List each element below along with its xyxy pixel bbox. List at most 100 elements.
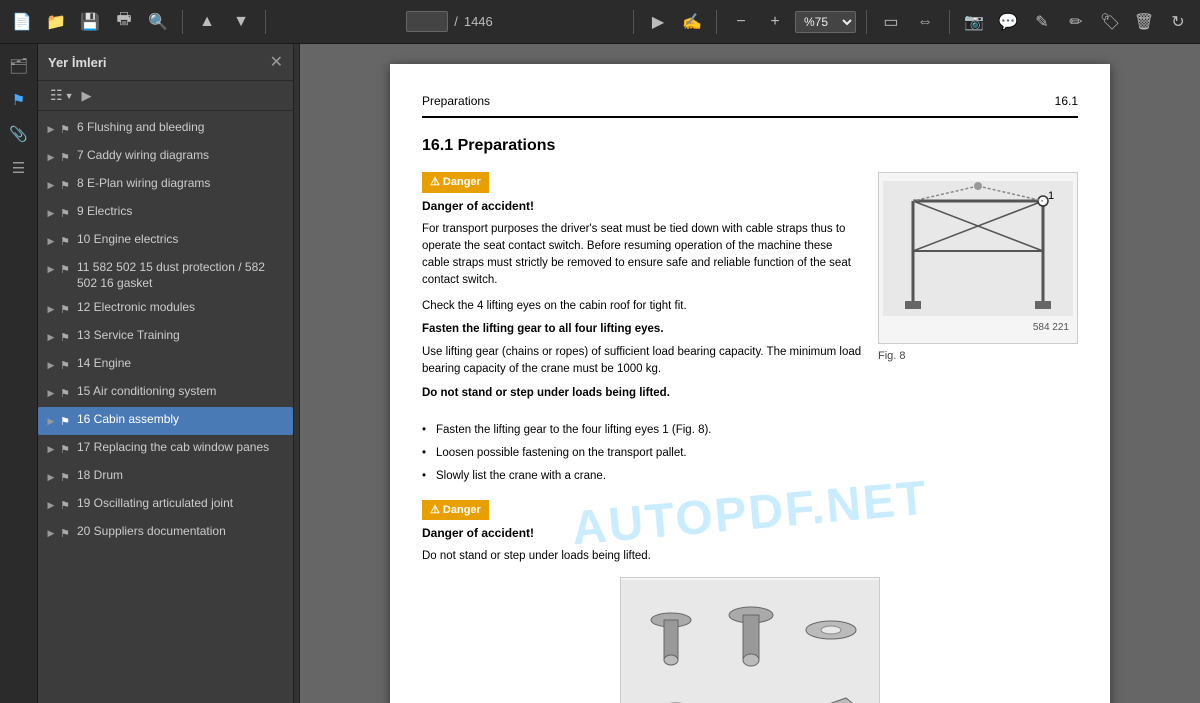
stamp-button[interactable]: 🏷: [1096, 8, 1124, 36]
page-input[interactable]: 707: [406, 11, 448, 32]
bookmark-item-item-14[interactable]: ▶ ⚑ 14 Engine: [38, 351, 293, 379]
page-total: 1446: [464, 14, 493, 29]
bullet-2: Loosen possible fastening on the transpo…: [422, 445, 1078, 462]
danger-box-2: Danger Danger of accident! Do not stand …: [422, 500, 1078, 566]
zoom-select[interactable]: %75 %50 %100 %125 %150: [795, 11, 856, 33]
danger-text-1: For transport purposes the driver's seat…: [422, 221, 862, 290]
bookmark-icon-item-11: ⚑: [58, 261, 72, 277]
fit-width-button[interactable]: ⇔: [911, 8, 939, 36]
rail-hand-icon[interactable]: 🗂: [5, 52, 33, 80]
expand-icon-item-19[interactable]: ▶: [44, 497, 58, 513]
bookmark-item-item-11[interactable]: ▶ ⚑ 11 582 502 15 dust protection / 582 …: [38, 255, 293, 295]
expand-icon-item-14[interactable]: ▶: [44, 357, 58, 373]
expand-icon-item-11[interactable]: ▶: [44, 261, 58, 277]
open-button[interactable]: 📁: [42, 8, 70, 36]
new-button[interactable]: 📄: [8, 8, 36, 36]
cursor-button[interactable]: ▶: [644, 8, 672, 36]
bookmark-list: ▶ ⚑ 6 Flushing and bleeding ▶ ⚑ 7 Caddy …: [38, 111, 293, 703]
divider6: [949, 10, 950, 34]
bookmark-label-item-12: 12 Electronic modules: [77, 299, 287, 315]
fig7-image: 584220: [621, 580, 879, 703]
find-button[interactable]: 🔍: [144, 8, 172, 36]
bookmark-icon-item-14: ⚑: [58, 357, 72, 373]
panel-menu-button[interactable]: ☷ ▼: [46, 85, 77, 106]
delete-button[interactable]: 🗑: [1130, 8, 1158, 36]
bookmark-item-item-13[interactable]: ▶ ⚑ 13 Service Training: [38, 323, 293, 351]
bookmark-item-item-7[interactable]: ▶ ⚑ 7 Caddy wiring diagrams: [38, 143, 293, 171]
zoom-in-button[interactable]: +: [761, 8, 789, 36]
print-button[interactable]: 🖶: [110, 8, 138, 36]
bookmark-icon-item-20: ⚑: [58, 525, 72, 541]
panel-close-button[interactable]: ✕: [270, 52, 283, 72]
save-button[interactable]: 💾: [76, 8, 104, 36]
forward-button[interactable]: ▼: [227, 8, 255, 36]
bookmark-icon-item-10: ⚑: [58, 233, 72, 249]
bullet-3: Slowly list the crane with a crane.: [422, 468, 1078, 485]
expand-icon-item-13[interactable]: ▶: [44, 329, 58, 345]
header-left: Preparations: [422, 92, 490, 110]
divider4: [716, 10, 717, 34]
bookmark-label-item-7: 7 Caddy wiring diagrams: [77, 147, 287, 163]
expand-icon-item-6[interactable]: ▶: [44, 121, 58, 137]
bookmark-item-item-16[interactable]: ▶ ⚑ 16 Cabin assembly: [38, 407, 293, 435]
bookmark-label-item-8: 8 E-Plan wiring diagrams: [77, 175, 287, 191]
check-lifting: Check the 4 lifting eyes on the cabin ro…: [422, 298, 862, 315]
bookmark-item-item-18[interactable]: ▶ ⚑ 18 Drum: [38, 463, 293, 491]
bookmark-label-item-11: 11 582 502 15 dust protection / 582 502 …: [77, 259, 287, 291]
bookmark-icon-item-19: ⚑: [58, 497, 72, 513]
bookmark-item-item-17[interactable]: ▶ ⚑ 17 Replacing the cab window panes: [38, 435, 293, 463]
bookmark-icon-item-15: ⚑: [58, 385, 72, 401]
zoom-out-button[interactable]: −: [727, 8, 755, 36]
pdf-page: AUTOPDF.NET Preparations 16.1 16.1 Prepa…: [390, 64, 1110, 703]
bookmark-label-item-13: 13 Service Training: [77, 327, 287, 343]
expand-icon-item-8[interactable]: ▶: [44, 177, 58, 193]
bookmark-item-item-19[interactable]: ▶ ⚑ 19 Oscillating articulated joint: [38, 491, 293, 519]
bookmark-label-item-17: 17 Replacing the cab window panes: [77, 439, 287, 455]
bookmark-item-item-10[interactable]: ▶ ⚑ 10 Engine electrics: [38, 227, 293, 255]
expand-icon-item-9[interactable]: ▶: [44, 205, 58, 221]
comment-button[interactable]: 💬: [994, 8, 1022, 36]
expand-icon-item-16[interactable]: ▶: [44, 413, 58, 429]
bookmark-icon-item-9: ⚑: [58, 205, 72, 221]
danger-title-1: Danger of accident!: [422, 197, 862, 215]
bookmark-item-item-20[interactable]: ▶ ⚑ 20 Suppliers documentation: [38, 519, 293, 547]
main-area: 🗂 ⚑ 📎 ☰ Yer İmleri ✕ ☷ ▼ ▶ ▶ ⚑ 6 Flushin…: [0, 44, 1200, 703]
danger-text-2: Do not stand or step under loads being l…: [422, 548, 1078, 565]
bookmark-label-item-18: 18 Drum: [77, 467, 287, 483]
bookmark-item-item-12[interactable]: ▶ ⚑ 12 Electronic modules: [38, 295, 293, 323]
danger-label-1: Danger: [422, 172, 489, 193]
expand-icon-item-12[interactable]: ▶: [44, 301, 58, 317]
rail-layer-icon[interactable]: ☰: [5, 154, 33, 182]
draw-button[interactable]: ✏: [1062, 8, 1090, 36]
fasten-gear: Fasten the lifting gear to all four lift…: [422, 321, 862, 338]
bookmark-item-item-9[interactable]: ▶ ⚑ 9 Electrics: [38, 199, 293, 227]
pdf-area[interactable]: AUTOPDF.NET Preparations 16.1 16.1 Prepa…: [300, 44, 1200, 703]
fit-page-button[interactable]: ▭: [877, 8, 905, 36]
bookmark-icon-item-12: ⚑: [58, 301, 72, 317]
icon-rail: 🗂 ⚑ 📎 ☰: [0, 44, 38, 703]
bookmark-item-item-15[interactable]: ▶ ⚑ 15 Air conditioning system: [38, 379, 293, 407]
rail-attach-icon[interactable]: 📎: [5, 120, 33, 148]
expand-icon-item-10[interactable]: ▶: [44, 233, 58, 249]
expand-icon-item-17[interactable]: ▶: [44, 441, 58, 457]
back-button[interactable]: ▲: [193, 8, 221, 36]
expand-icon-item-18[interactable]: ▶: [44, 469, 58, 485]
bookmark-item-item-6[interactable]: ▶ ⚑ 6 Flushing and bleeding: [38, 115, 293, 143]
expand-icon-item-7[interactable]: ▶: [44, 149, 58, 165]
bookmark-label-item-15: 15 Air conditioning system: [77, 383, 287, 399]
bookmark-label-item-14: 14 Engine: [77, 355, 287, 371]
bookmark-item-item-8[interactable]: ▶ ⚑ 8 E-Plan wiring diagrams: [38, 171, 293, 199]
bookmark-label-item-16: 16 Cabin assembly: [77, 411, 287, 427]
rail-bookmark-icon[interactable]: ⚑: [5, 86, 33, 114]
bookmark-icon-item-18: ⚑: [58, 469, 72, 485]
bookmark-icon-item-7: ⚑: [58, 149, 72, 165]
panel-title: Yer İmleri: [48, 55, 107, 70]
highlight-button[interactable]: ✎: [1028, 8, 1056, 36]
undo-button[interactable]: ↻: [1164, 8, 1192, 36]
hand-button[interactable]: ✍: [678, 8, 706, 36]
panel-toolbar: ☷ ▼ ▶: [38, 81, 293, 111]
header-right: 16.1: [1055, 92, 1078, 110]
expand-icon-item-15[interactable]: ▶: [44, 385, 58, 401]
expand-icon-item-20[interactable]: ▶: [44, 525, 58, 541]
snapshot-button[interactable]: 📷: [960, 8, 988, 36]
